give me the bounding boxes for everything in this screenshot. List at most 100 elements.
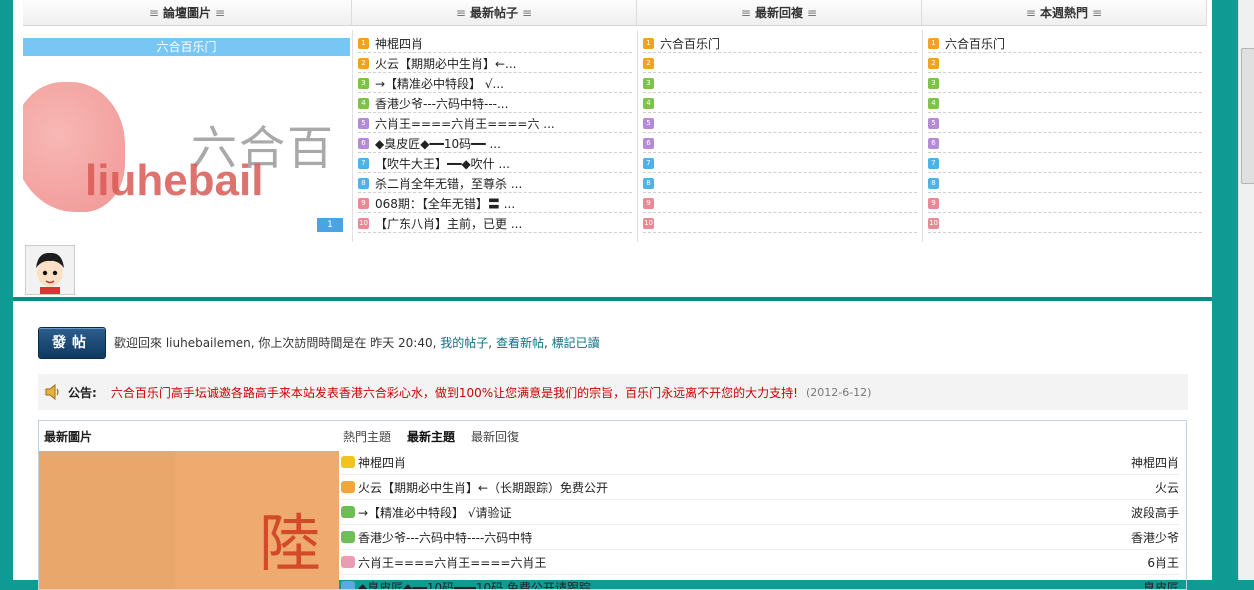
latest-reply-item[interactable]: 9 [643, 194, 917, 213]
weekly-hot-list: 1六合百乐门234 5 6 7 8 9 10 [928, 34, 1202, 234]
latest-reply-item[interactable]: 10 [643, 214, 917, 233]
tab-new-threads[interactable]: 最新主題 [407, 428, 455, 445]
latest-picture-image[interactable]: 陸 [39, 451, 339, 590]
rank-badge-icon: 1 [643, 38, 654, 49]
thread-author-link[interactable]: 波段高手 [1131, 504, 1179, 521]
welcome-message: 歡迎回來 liuhebailemen, 你上次訪問時間是在 昨天 20:40, … [114, 334, 600, 351]
my-posts-link[interactable]: 我的帖子 [440, 336, 488, 350]
thread-title-link[interactable]: →【精准必中特段】 √请验证 [358, 504, 512, 521]
scrollbar-thumb[interactable] [1241, 48, 1254, 184]
menu-lines-icon: ≡ [1092, 6, 1102, 20]
latest-post-item[interactable]: 7【吹牛大王】━━◆吹什 ... [358, 154, 632, 173]
thread-status-icon [341, 531, 355, 543]
latest-reply-item[interactable]: 3 [643, 74, 917, 93]
view-new-posts-link[interactable]: 查看新帖 [496, 336, 544, 350]
menu-lines-icon: ≡ [741, 6, 751, 20]
weekly-hot-item[interactable]: 2 [928, 54, 1202, 73]
thread-title-link[interactable]: 神棍四肖 [358, 454, 406, 471]
rank-badge-icon: 8 [358, 178, 369, 189]
latest-post-title[interactable]: 068期：【全年无错】〓 ... [375, 195, 515, 212]
latest-post-title[interactable]: 【广东八肖】主前，已更 ... [375, 215, 522, 232]
thread-row: 神棍四肖 神棍四肖 [341, 450, 1179, 475]
latest-post-item[interactable]: 6◆臭皮匠◆━━10码━━ ... [358, 134, 632, 153]
latest-post-item[interactable]: 1 神棍四肖 [358, 34, 632, 53]
latest-post-item[interactable]: 4香港少爷---六码中特---... [358, 94, 632, 113]
mark-read-link[interactable]: 標記已讀 [552, 336, 600, 350]
rank-badge-icon: 5 [643, 118, 654, 129]
thread-title-link[interactable]: 六肖王====六肖王====六肖王 [358, 554, 546, 571]
forum-banner-image[interactable]: 六合百 liuhebail 1 [23, 56, 350, 242]
latest-pictures-title: 最新圖片 [44, 428, 92, 445]
thread-author-link[interactable]: 6肖王 [1147, 554, 1179, 571]
latest-post-item[interactable]: 2火云【期期必中生肖】←... [358, 54, 632, 73]
latest-reply-item[interactable]: 4 [643, 94, 917, 113]
announcement-link[interactable]: 六合百乐门高手坛诚邀各路高手来本站发表香港六合彩心水，做到100%让您满意是我们… [111, 384, 798, 401]
weekly-hot-item[interactable]: 7 [928, 154, 1202, 173]
latest-reply-item[interactable]: 5 [643, 114, 917, 133]
latest-post-title[interactable]: →【精准必中特段】 √... [375, 75, 504, 92]
weekly-hot-item[interactable]: 8 [928, 174, 1202, 193]
latest-post-item[interactable]: 10【广东八肖】主前，已更 ... [358, 214, 632, 233]
vertical-scrollbar[interactable] [1238, 0, 1254, 580]
picture-caption[interactable]: 六合百乐门 [23, 38, 350, 56]
thread-title-link[interactable]: ◆臭皮匠◆━━10码━━━10码 免费公开请跟踪 [358, 579, 591, 590]
latest-post-item[interactable]: 8 杀二肖全年无错，至尊杀 ... [358, 174, 632, 193]
rank-badge-icon: 7 [643, 158, 654, 169]
rank-badge-icon: 7 [928, 158, 939, 169]
rank-badge-icon: 9 [928, 198, 939, 209]
rank-badge-icon: 6 [928, 138, 939, 149]
tab-hot-threads[interactable]: 熱門主題 [343, 428, 391, 445]
rank-badge-icon: 1 [358, 38, 369, 49]
rank-badge-icon: 5 [358, 118, 369, 129]
weekly-hot-title[interactable]: 六合百乐门 [945, 35, 1005, 52]
welcome-text: 歡迎回來 liuhebailemen, 你上次訪問時間是在 昨天 20:40, [114, 336, 436, 350]
latest-post-item[interactable]: 3→【精准必中特段】 √... [358, 74, 632, 93]
announcement-bar: 公告: 六合百乐门高手坛诚邀各路高手来本站发表香港六合彩心水，做到100%让您满… [38, 374, 1188, 410]
thread-author-link[interactable]: 香港少爷 [1131, 529, 1179, 546]
latest-post-title[interactable]: 火云【期期必中生肖】←... [375, 55, 517, 72]
new-post-button[interactable]: 發帖 [38, 327, 106, 359]
latest-reply-item[interactable]: 7 [643, 154, 917, 173]
header-label: 最新回複 [755, 6, 803, 20]
latest-reply-item[interactable]: 8 [643, 174, 917, 193]
weekly-hot-item[interactable]: 4 [928, 94, 1202, 113]
latest-post-item[interactable]: 5 六肖王====六肖王====六 ... [358, 114, 632, 133]
latest-post-title[interactable]: 香港少爷---六码中特---... [375, 95, 508, 112]
rank-badge-icon: 3 [643, 78, 654, 89]
latest-post-title[interactable]: 六肖王====六肖王====六 ... [375, 115, 555, 132]
weekly-hot-item[interactable]: 9 [928, 194, 1202, 213]
latest-post-item[interactable]: 9068期：【全年无错】〓 ... [358, 194, 632, 213]
latest-reply-item[interactable]: 1 六合百乐门 [643, 34, 917, 53]
weekly-hot-item[interactable]: 5 [928, 114, 1202, 133]
weekly-hot-item[interactable]: 1六合百乐门 [928, 34, 1202, 53]
weekly-hot-item[interactable]: 3 [928, 74, 1202, 93]
thread-title-link[interactable]: 香港少爷---六码中特----六码中特 [358, 529, 532, 546]
latest-post-title[interactable]: 神棍四肖 [375, 35, 423, 52]
tab-new-replies[interactable]: 最新回復 [471, 428, 519, 445]
latest-reply-item[interactable]: 6 [643, 134, 917, 153]
header-weekly-hot: ≡ 本週熱門 ≡ [922, 0, 1207, 26]
thread-title-link[interactable]: 火云【期期必中生肖】←（长期跟踪）免费公开 [358, 479, 608, 496]
thread-author-link[interactable]: 火云 [1155, 479, 1179, 496]
thread-author-link[interactable]: 神棍四肖 [1131, 454, 1179, 471]
thread-author-link[interactable]: 臭皮匠 [1143, 579, 1179, 590]
logo-text-en: liuhebail [85, 156, 263, 206]
latest-post-title[interactable]: ◆臭皮匠◆━━10码━━ ... [375, 135, 501, 152]
weekly-hot-item[interactable]: 6 [928, 134, 1202, 153]
user-avatar[interactable] [25, 245, 75, 295]
latest-reply-item[interactable]: 2 [643, 54, 917, 73]
thread-row: 火云【期期必中生肖】←（长期跟踪）免费公开 火云 [341, 475, 1179, 500]
rank-badge-icon: 8 [643, 178, 654, 189]
slide-pager-button[interactable]: 1 [317, 218, 343, 232]
header-label: 本週熱門 [1040, 6, 1088, 20]
column-divider [352, 30, 353, 242]
thread-status-icon [341, 581, 355, 590]
thread-status-icon [341, 481, 355, 493]
weekly-hot-item[interactable]: 10 [928, 214, 1202, 233]
header-latest-posts: ≡最新帖子≡ [352, 0, 637, 26]
rank-badge-icon: 5 [928, 118, 939, 129]
latest-post-title[interactable]: 【吹牛大王】━━◆吹什 ... [375, 155, 510, 172]
latest-reply-title[interactable]: 六合百乐门 [660, 35, 720, 52]
menu-lines-icon: ≡ [1026, 6, 1036, 20]
latest-post-title[interactable]: 杀二肖全年无错，至尊杀 ... [375, 175, 522, 192]
